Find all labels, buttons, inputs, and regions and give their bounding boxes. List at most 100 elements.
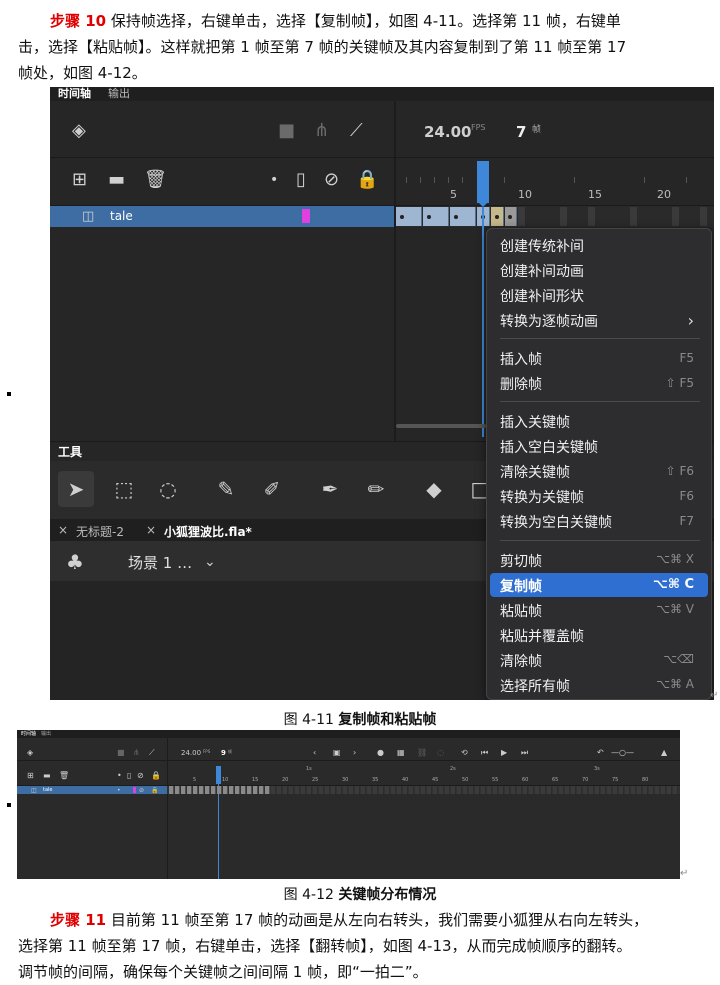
visibility-icon[interactable]: ⊘: [324, 170, 339, 190]
frame-cell[interactable]: [607, 786, 612, 794]
layers-icon[interactable]: ◈: [27, 749, 33, 757]
camera-icon[interactable]: ■: [278, 121, 295, 141]
onion-outline-icon[interactable]: ▦: [397, 749, 405, 757]
menu-item-select-all-frames[interactable]: 选择所有帧: [500, 676, 570, 696]
frame-cell[interactable]: [475, 786, 480, 794]
menu-item-paste-frames[interactable]: 粘贴帧: [500, 601, 542, 621]
frame-cell[interactable]: [421, 786, 426, 794]
delete-icon[interactable]: 🗑: [59, 772, 69, 780]
frame-cell[interactable]: [613, 786, 618, 794]
frame-cell[interactable]: [301, 786, 306, 794]
frame-cell[interactable]: [625, 786, 630, 794]
frame-cell[interactable]: [577, 786, 582, 794]
mountain-icon[interactable]: ▲: [661, 749, 667, 757]
current-frame[interactable]: 7: [516, 123, 526, 141]
frame-cell[interactable]: [331, 786, 336, 794]
keyframe[interactable]: [211, 786, 216, 794]
chevron-down-icon[interactable]: ⌄: [204, 552, 216, 572]
paint-brush-icon[interactable]: ✎: [208, 471, 244, 507]
forward-icon[interactable]: ⏭: [521, 749, 528, 757]
undo-icon[interactable]: ↶: [597, 749, 604, 757]
frame-cell[interactable]: [588, 207, 596, 226]
frame-cell[interactable]: [373, 786, 378, 794]
frame-cell[interactable]: [667, 786, 672, 794]
frame-cell[interactable]: [631, 786, 636, 794]
visibility-icon[interactable]: ⊘: [137, 772, 144, 780]
frame-cell[interactable]: [547, 786, 552, 794]
keyframe[interactable]: [175, 786, 180, 794]
folder-icon[interactable]: ▬: [108, 170, 125, 190]
tab-timeline[interactable]: 时间轴: [21, 731, 36, 738]
club-icon[interactable]: ♣: [66, 552, 84, 572]
edit-multiple-icon[interactable]: ⛓: [417, 749, 427, 757]
menu-item-motion-tween[interactable]: 创建补间动画: [500, 261, 584, 281]
lock-icon[interactable]: 🔒: [356, 170, 378, 190]
frame-cell[interactable]: [672, 207, 680, 226]
frame-cell[interactable]: [511, 786, 516, 794]
frame-cell[interactable]: [637, 786, 642, 794]
keyframe[interactable]: [259, 786, 264, 794]
frame-cell[interactable]: [325, 786, 330, 794]
graph-icon[interactable]: ⟋: [350, 121, 363, 141]
rewind-icon[interactable]: ⏮: [481, 749, 488, 757]
frame-cell[interactable]: [535, 786, 540, 794]
visibility-icon[interactable]: ⊘: [139, 787, 144, 795]
horizontal-scrollbar[interactable]: [396, 424, 486, 428]
add-layer-icon[interactable]: ⊞: [72, 170, 87, 190]
layer-color-swatch[interactable]: [133, 787, 136, 793]
frame-cell[interactable]: [630, 207, 638, 226]
lasso-icon[interactable]: ◌: [150, 471, 186, 507]
close-tab-icon[interactable]: ×: [146, 523, 156, 537]
menu-item-shape-tween[interactable]: 创建补间形状: [500, 286, 584, 306]
keyframe[interactable]: [247, 786, 252, 794]
parenting-icon[interactable]: ⋔: [133, 749, 140, 757]
delete-icon[interactable]: 🗑: [144, 170, 167, 190]
frame-cell[interactable]: [289, 786, 294, 794]
menu-item-insert-frame[interactable]: 插入帧: [500, 349, 542, 369]
layer-row[interactable]: [50, 206, 394, 227]
layer-name[interactable]: tale: [43, 787, 53, 794]
frame-cell[interactable]: [518, 207, 526, 226]
scene-selector[interactable]: 场景 1 …: [128, 552, 192, 573]
frame-cell[interactable]: [565, 786, 570, 794]
dot-icon[interactable]: •: [117, 772, 122, 780]
frame-cell[interactable]: [583, 786, 588, 794]
outline-icon[interactable]: ▯: [296, 170, 306, 190]
frame-cell[interactable]: [319, 786, 324, 794]
free-transform-icon[interactable]: ⬚: [106, 471, 142, 507]
keyframe[interactable]: [217, 786, 222, 794]
selection-tool-icon[interactable]: ➤: [58, 471, 94, 507]
frame-cell[interactable]: [361, 786, 366, 794]
playhead[interactable]: [477, 161, 489, 203]
frame-cell[interactable]: [313, 786, 318, 794]
dot-icon[interactable]: •: [270, 170, 278, 190]
eraser-icon[interactable]: ◆: [416, 471, 452, 507]
keyframe[interactable]: [193, 786, 198, 794]
frame-cell[interactable]: [469, 786, 474, 794]
menu-item-convert-frame-by-frame[interactable]: 转换为逐帧动画: [500, 311, 598, 331]
frame-cell[interactable]: [415, 786, 420, 794]
menu-item-convert-to-blank-keyframe[interactable]: 转换为空白关键帧: [500, 512, 612, 532]
play-icon[interactable]: ▶: [501, 749, 507, 757]
frame-cell[interactable]: [553, 786, 558, 794]
frame-cell[interactable]: [295, 786, 300, 794]
zoom-slider[interactable]: —○—: [611, 749, 634, 757]
tab-output[interactable]: 输出: [108, 87, 130, 100]
outline-icon[interactable]: ▯: [127, 772, 131, 780]
keyframe[interactable]: [253, 786, 258, 794]
modify-markers-icon[interactable]: ◌: [437, 749, 444, 757]
frame-cell[interactable]: [601, 786, 606, 794]
menu-item-clear-keyframe[interactable]: 清除关键帧: [500, 462, 570, 482]
frame-cell[interactable]: [355, 786, 360, 794]
frame-cell[interactable]: [367, 786, 372, 794]
layer-name[interactable]: tale: [110, 209, 133, 223]
frame-cell[interactable]: [481, 786, 486, 794]
frame-cell[interactable]: [571, 786, 576, 794]
frame-cell[interactable]: [349, 786, 354, 794]
frame-cell[interactable]: [595, 786, 600, 794]
layer-color-swatch[interactable]: [302, 209, 310, 223]
frame-cell[interactable]: [427, 786, 432, 794]
frame-cell[interactable]: [487, 786, 492, 794]
pencil-icon[interactable]: ✏: [358, 471, 394, 507]
layer-row[interactable]: [17, 786, 167, 794]
